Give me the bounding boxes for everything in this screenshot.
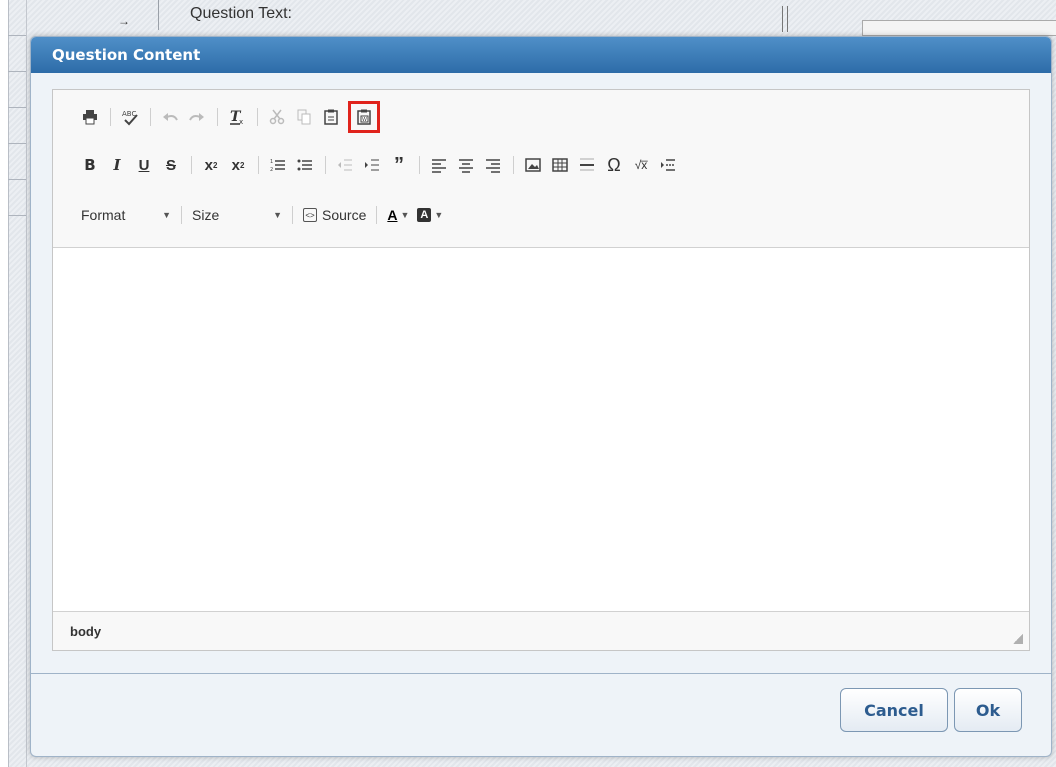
toolbar-separator xyxy=(181,206,182,224)
source-button[interactable]: <> Source xyxy=(299,202,370,228)
superscript-icon[interactable]: x2 xyxy=(225,152,251,178)
rich-text-editor: ABC Tx W B I U S x 2 x 2 1 2 ” Ω √x̅ For… xyxy=(52,89,1030,651)
toolbar-separator xyxy=(257,108,258,126)
image-icon[interactable] xyxy=(520,152,546,178)
paste-icon[interactable] xyxy=(318,104,344,130)
toolbar-separator xyxy=(325,156,326,174)
resize-handle-icon[interactable] xyxy=(1013,634,1023,644)
background-question-text-label: Question Text: xyxy=(190,5,292,22)
toolbar-separator xyxy=(150,108,151,126)
subscript-icon[interactable]: x2 xyxy=(198,152,224,178)
toolbar-row-2: B I U S x2 x2 12 ” Ω √x̅ xyxy=(77,152,682,178)
redo-icon[interactable] xyxy=(184,104,210,130)
show-blocks-icon[interactable] xyxy=(655,152,681,178)
toolbar-separator xyxy=(191,156,192,174)
spellcheck-icon[interactable]: ABC xyxy=(117,104,143,130)
toolbar-separator xyxy=(513,156,514,174)
svg-text:2: 2 xyxy=(270,167,273,173)
undo-icon[interactable] xyxy=(157,104,183,130)
print-icon[interactable] xyxy=(77,104,103,130)
decrease-indent-icon[interactable] xyxy=(332,152,358,178)
background-arrow-icon: → xyxy=(118,14,130,28)
cancel-button[interactable]: Cancel xyxy=(840,688,948,732)
align-right-icon[interactable] xyxy=(480,152,506,178)
background-divider xyxy=(782,6,788,32)
editor-status-bar: body xyxy=(53,611,1029,650)
background-color-button[interactable]: A ▼ xyxy=(413,202,447,228)
toolbar-separator xyxy=(110,108,111,126)
editor-toolbar: ABC Tx W B I U S x 2 x 2 1 2 ” Ω √x̅ For… xyxy=(53,90,1029,248)
paste-from-word-icon[interactable]: W xyxy=(348,101,380,133)
table-icon[interactable] xyxy=(547,152,573,178)
toolbar-separator xyxy=(292,206,293,224)
bold-icon[interactable]: B xyxy=(77,152,103,178)
strikethrough-icon[interactable]: S xyxy=(158,152,184,178)
special-character-icon[interactable]: Ω xyxy=(601,152,627,178)
format-dropdown-label: Format xyxy=(81,207,126,223)
source-icon: <> xyxy=(303,208,317,222)
toolbar-row-3: Format ▼ Size ▼ <> Source A ▼ A ▼ xyxy=(77,202,447,228)
italic-icon[interactable]: I xyxy=(104,152,130,178)
question-content-dialog: Question Content ABC T x W B I U S x 2 x… xyxy=(30,36,1052,757)
toolbar-separator xyxy=(258,156,259,174)
increase-indent-icon[interactable] xyxy=(359,152,385,178)
cut-icon[interactable] xyxy=(264,104,290,130)
toolbar-separator xyxy=(376,206,378,224)
size-dropdown-label: Size xyxy=(192,207,220,223)
toolbar-separator xyxy=(419,156,420,174)
ok-button[interactable]: Ok xyxy=(954,688,1022,732)
remove-format-icon[interactable]: Tx xyxy=(224,104,250,130)
copy-icon[interactable] xyxy=(291,104,317,130)
bulleted-list-icon[interactable] xyxy=(292,152,318,178)
math-formula-icon[interactable]: √x̅ xyxy=(628,152,654,178)
text-color-button[interactable]: A ▼ xyxy=(383,202,413,228)
editor-content-area[interactable] xyxy=(53,248,1029,611)
horizontal-line-icon[interactable] xyxy=(574,152,600,178)
element-path[interactable]: body xyxy=(70,624,101,639)
format-dropdown[interactable]: Format ▼ xyxy=(77,202,175,228)
blockquote-icon[interactable]: ” xyxy=(386,152,412,178)
size-dropdown[interactable]: Size ▼ xyxy=(188,202,286,228)
svg-text:1: 1 xyxy=(270,159,273,165)
background-field xyxy=(862,20,1056,36)
align-center-icon[interactable] xyxy=(453,152,479,178)
numbered-list-icon[interactable]: 12 xyxy=(265,152,291,178)
align-left-icon[interactable] xyxy=(426,152,452,178)
chevron-down-icon: ▼ xyxy=(434,210,444,220)
toolbar-separator xyxy=(217,108,218,126)
dialog-titlebar[interactable]: Question Content xyxy=(31,37,1051,73)
svg-text:x: x xyxy=(239,118,243,126)
svg-text:W: W xyxy=(362,117,367,123)
chevron-down-icon: ▼ xyxy=(400,210,410,220)
background-header-cell xyxy=(8,0,159,30)
underline-icon[interactable]: U xyxy=(131,152,157,178)
chevron-down-icon: ▼ xyxy=(273,210,282,220)
text-color-icon: A xyxy=(387,207,398,223)
background-color-icon: A xyxy=(417,208,432,222)
footer-divider xyxy=(31,673,1051,674)
chevron-down-icon: ▼ xyxy=(162,210,171,220)
source-button-label: Source xyxy=(322,207,367,223)
background-left-panel xyxy=(8,0,27,767)
dialog-title: Question Content xyxy=(52,46,201,64)
toolbar-row-1: ABC Tx W xyxy=(77,101,380,133)
